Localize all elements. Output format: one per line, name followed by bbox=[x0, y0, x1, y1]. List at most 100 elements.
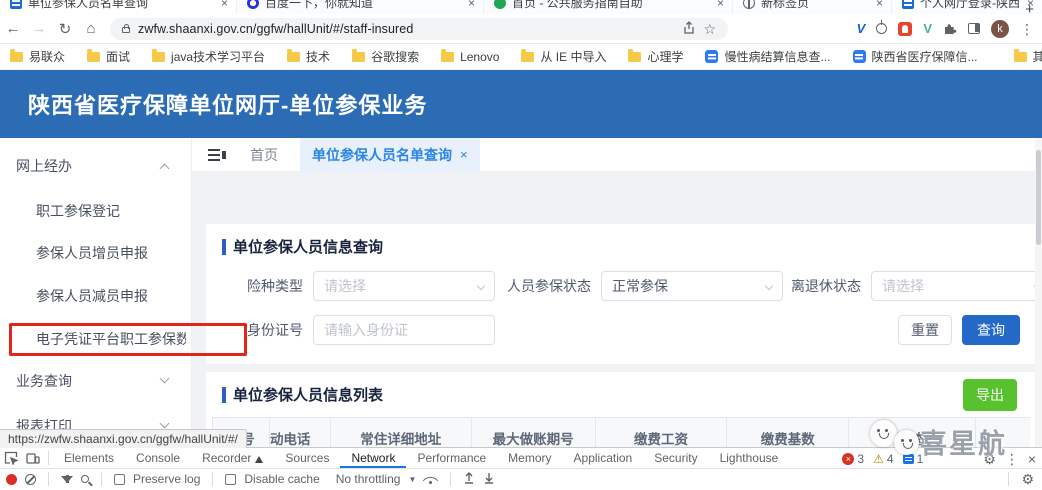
devtools-tab[interactable]: Lighthouse bbox=[709, 448, 790, 468]
browser-menu-icon[interactable]: ⋮ bbox=[1020, 22, 1034, 36]
sidebar-item[interactable]: 网上经办 bbox=[16, 156, 176, 176]
devtools-tab[interactable]: Sources bbox=[274, 448, 340, 468]
new-tab-icon[interactable]: + bbox=[1025, 1, 1034, 14]
vue-devtools-icon[interactable]: V bbox=[923, 21, 932, 36]
insurance-type-select[interactable]: 请选择 bbox=[313, 271, 495, 301]
record-icon[interactable] bbox=[6, 474, 17, 485]
preserve-log-checkbox[interactable] bbox=[114, 474, 125, 485]
bookmark-item[interactable]: java技术学习平台 bbox=[152, 48, 265, 65]
bookmark-item[interactable]: 面试 bbox=[87, 48, 130, 65]
network-conditions-icon[interactable] bbox=[424, 474, 438, 485]
bookmark-item[interactable]: 从 IE 中导入 bbox=[521, 48, 606, 65]
filter-icon[interactable] bbox=[61, 476, 73, 483]
devtools-tab[interactable]: Console bbox=[125, 448, 191, 468]
bookmark-item[interactable]: 陕西省医疗保障信... bbox=[853, 48, 978, 65]
devtools-status-icons: × 3 ⚠ 4 1 ⚙ ⋮ × bbox=[842, 448, 1036, 469]
device-toolbar-icon[interactable] bbox=[22, 452, 44, 465]
browser-tab[interactable]: 百度一下，你就知道 × bbox=[237, 0, 483, 14]
bookmark-item[interactable]: Lenovo bbox=[441, 50, 499, 64]
disable-cache-checkbox[interactable] bbox=[225, 474, 236, 485]
devtools-tab[interactable]: Network bbox=[340, 448, 406, 468]
network-toolbar: Preserve log Disable cache No throttling… bbox=[0, 469, 1042, 489]
disable-cache-label[interactable]: Disable cache bbox=[244, 472, 319, 486]
insured-status-select[interactable]: 正常参保 bbox=[601, 271, 783, 301]
back-icon[interactable]: ← bbox=[0, 16, 26, 42]
browser-tab[interactable]: 首页 - 公共服务指南自助 × bbox=[484, 0, 732, 14]
sidebar-item[interactable]: 业务查询 bbox=[16, 371, 176, 391]
tab-close-icon[interactable]: × bbox=[221, 0, 228, 10]
profile-avatar[interactable]: k bbox=[991, 20, 1009, 38]
error-badge[interactable]: × 3 bbox=[842, 452, 864, 466]
tab-close-icon[interactable]: × bbox=[460, 147, 468, 162]
divider bbox=[48, 472, 49, 486]
throttling-dropdown[interactable]: No throttling bbox=[336, 472, 401, 486]
tab-staff-insured-query[interactable]: 单位参保人员名单查询 × bbox=[300, 138, 480, 172]
tab-favicon-icon bbox=[247, 0, 259, 9]
address-bar[interactable]: zwfw.shaanxi.gov.cn/ggfw/hallUnit/#/staf… bbox=[110, 18, 728, 40]
bookmark-item[interactable]: 谷歌搜索 bbox=[352, 48, 419, 65]
browser-tab[interactable]: 个人网厅登录-陕西医保 × bbox=[892, 0, 1042, 14]
id-number-input[interactable] bbox=[313, 315, 495, 345]
home-icon[interactable]: ⌂ bbox=[78, 16, 104, 42]
devtools-tab-label: Memory bbox=[508, 451, 551, 465]
bookmark-item[interactable]: 慢性病结算信息查... bbox=[705, 48, 830, 65]
devtools-tab[interactable]: Performance bbox=[406, 448, 497, 468]
reload-icon[interactable]: ↻ bbox=[52, 16, 78, 42]
retire-status-select[interactable]: 请选择 bbox=[871, 271, 1042, 301]
devtools-menu-icon[interactable]: ⋮ bbox=[1005, 452, 1019, 466]
tab-close-icon[interactable]: × bbox=[717, 0, 724, 10]
sidebar-item[interactable]: 参保人员减员申报 bbox=[36, 286, 186, 306]
idm-extension-icon[interactable]: V bbox=[857, 21, 866, 36]
share-icon[interactable] bbox=[681, 21, 695, 36]
insured-status-label: 人员参保状态 bbox=[495, 276, 591, 296]
search-icon[interactable] bbox=[81, 475, 89, 483]
forward-icon[interactable]: → bbox=[26, 16, 52, 42]
bookmark-item[interactable]: 技术 bbox=[287, 48, 330, 65]
preserve-log-label[interactable]: Preserve log bbox=[133, 472, 200, 486]
browser-tab[interactable]: 新标签页 × bbox=[733, 0, 891, 14]
dropdown-caret-icon[interactable]: ▼ bbox=[408, 475, 416, 484]
devtools-tab[interactable]: Security bbox=[643, 448, 708, 468]
bookmark-item[interactable]: 易联众 bbox=[10, 48, 65, 65]
column-header-label: 缴费工资 bbox=[634, 428, 688, 448]
devtools-tab[interactable]: Memory bbox=[497, 448, 562, 468]
issues-count: 1 bbox=[917, 452, 924, 466]
bookmark-label: 陕西省医疗保障信... bbox=[872, 48, 978, 65]
list-section-title: 单位参保人员信息列表 bbox=[222, 384, 383, 405]
export-har-icon[interactable] bbox=[483, 471, 495, 487]
tab-close-icon[interactable]: × bbox=[468, 0, 475, 10]
tab-home[interactable]: 首页 bbox=[250, 145, 278, 165]
red-extension-icon[interactable] bbox=[898, 22, 912, 36]
warning-badge[interactable]: ⚠ 4 bbox=[873, 452, 893, 466]
devtools-tab[interactable]: Recorder bbox=[191, 448, 274, 468]
bookmark-item[interactable]: 心理学 bbox=[628, 48, 683, 65]
devtools-tab[interactable]: Elements bbox=[53, 448, 125, 468]
network-settings-gear-icon[interactable]: ⚙ bbox=[1021, 472, 1034, 486]
scrollbar-thumb[interactable] bbox=[1036, 150, 1041, 245]
query-button[interactable]: 查询 bbox=[962, 315, 1020, 345]
devtools-close-icon[interactable]: × bbox=[1028, 452, 1036, 466]
sidebar-item[interactable]: 职工参保登记 bbox=[36, 201, 186, 221]
power-extension-icon[interactable] bbox=[876, 23, 887, 34]
sidebar-item[interactable]: 参保人员增员申报 bbox=[36, 243, 186, 263]
column-header-label: 常住详细地址 bbox=[360, 428, 441, 448]
content-scrollbar[interactable] bbox=[1035, 138, 1042, 448]
import-har-icon[interactable] bbox=[463, 471, 475, 487]
tab-close-icon[interactable]: × bbox=[876, 0, 883, 10]
issues-badge[interactable]: 1 bbox=[903, 452, 924, 466]
bookmark-star-icon[interactable]: ☆ bbox=[703, 22, 716, 36]
devtools-tab[interactable]: Application bbox=[563, 448, 644, 468]
bookmark-folder-icon bbox=[87, 52, 100, 62]
browser-tab[interactable]: 单位参保人员名单查询 × bbox=[0, 0, 236, 14]
clear-icon[interactable] bbox=[25, 474, 36, 485]
menu-fold-icon[interactable] bbox=[208, 148, 226, 162]
other-bookmarks[interactable]: 其他书签 bbox=[1014, 48, 1042, 65]
export-button[interactable]: 导出 bbox=[963, 379, 1017, 411]
url-text[interactable]: zwfw.shaanxi.gov.cn/ggfw/hallUnit/#/staf… bbox=[138, 22, 413, 36]
extensions-puzzle-icon[interactable] bbox=[943, 21, 957, 37]
inspect-element-icon[interactable] bbox=[0, 451, 22, 465]
side-panel-icon[interactable] bbox=[968, 23, 980, 34]
reset-button[interactable]: 重置 bbox=[898, 315, 952, 345]
devtools-settings-icon[interactable]: ⚙ bbox=[983, 452, 996, 466]
tab-favicon-icon bbox=[902, 0, 914, 9]
